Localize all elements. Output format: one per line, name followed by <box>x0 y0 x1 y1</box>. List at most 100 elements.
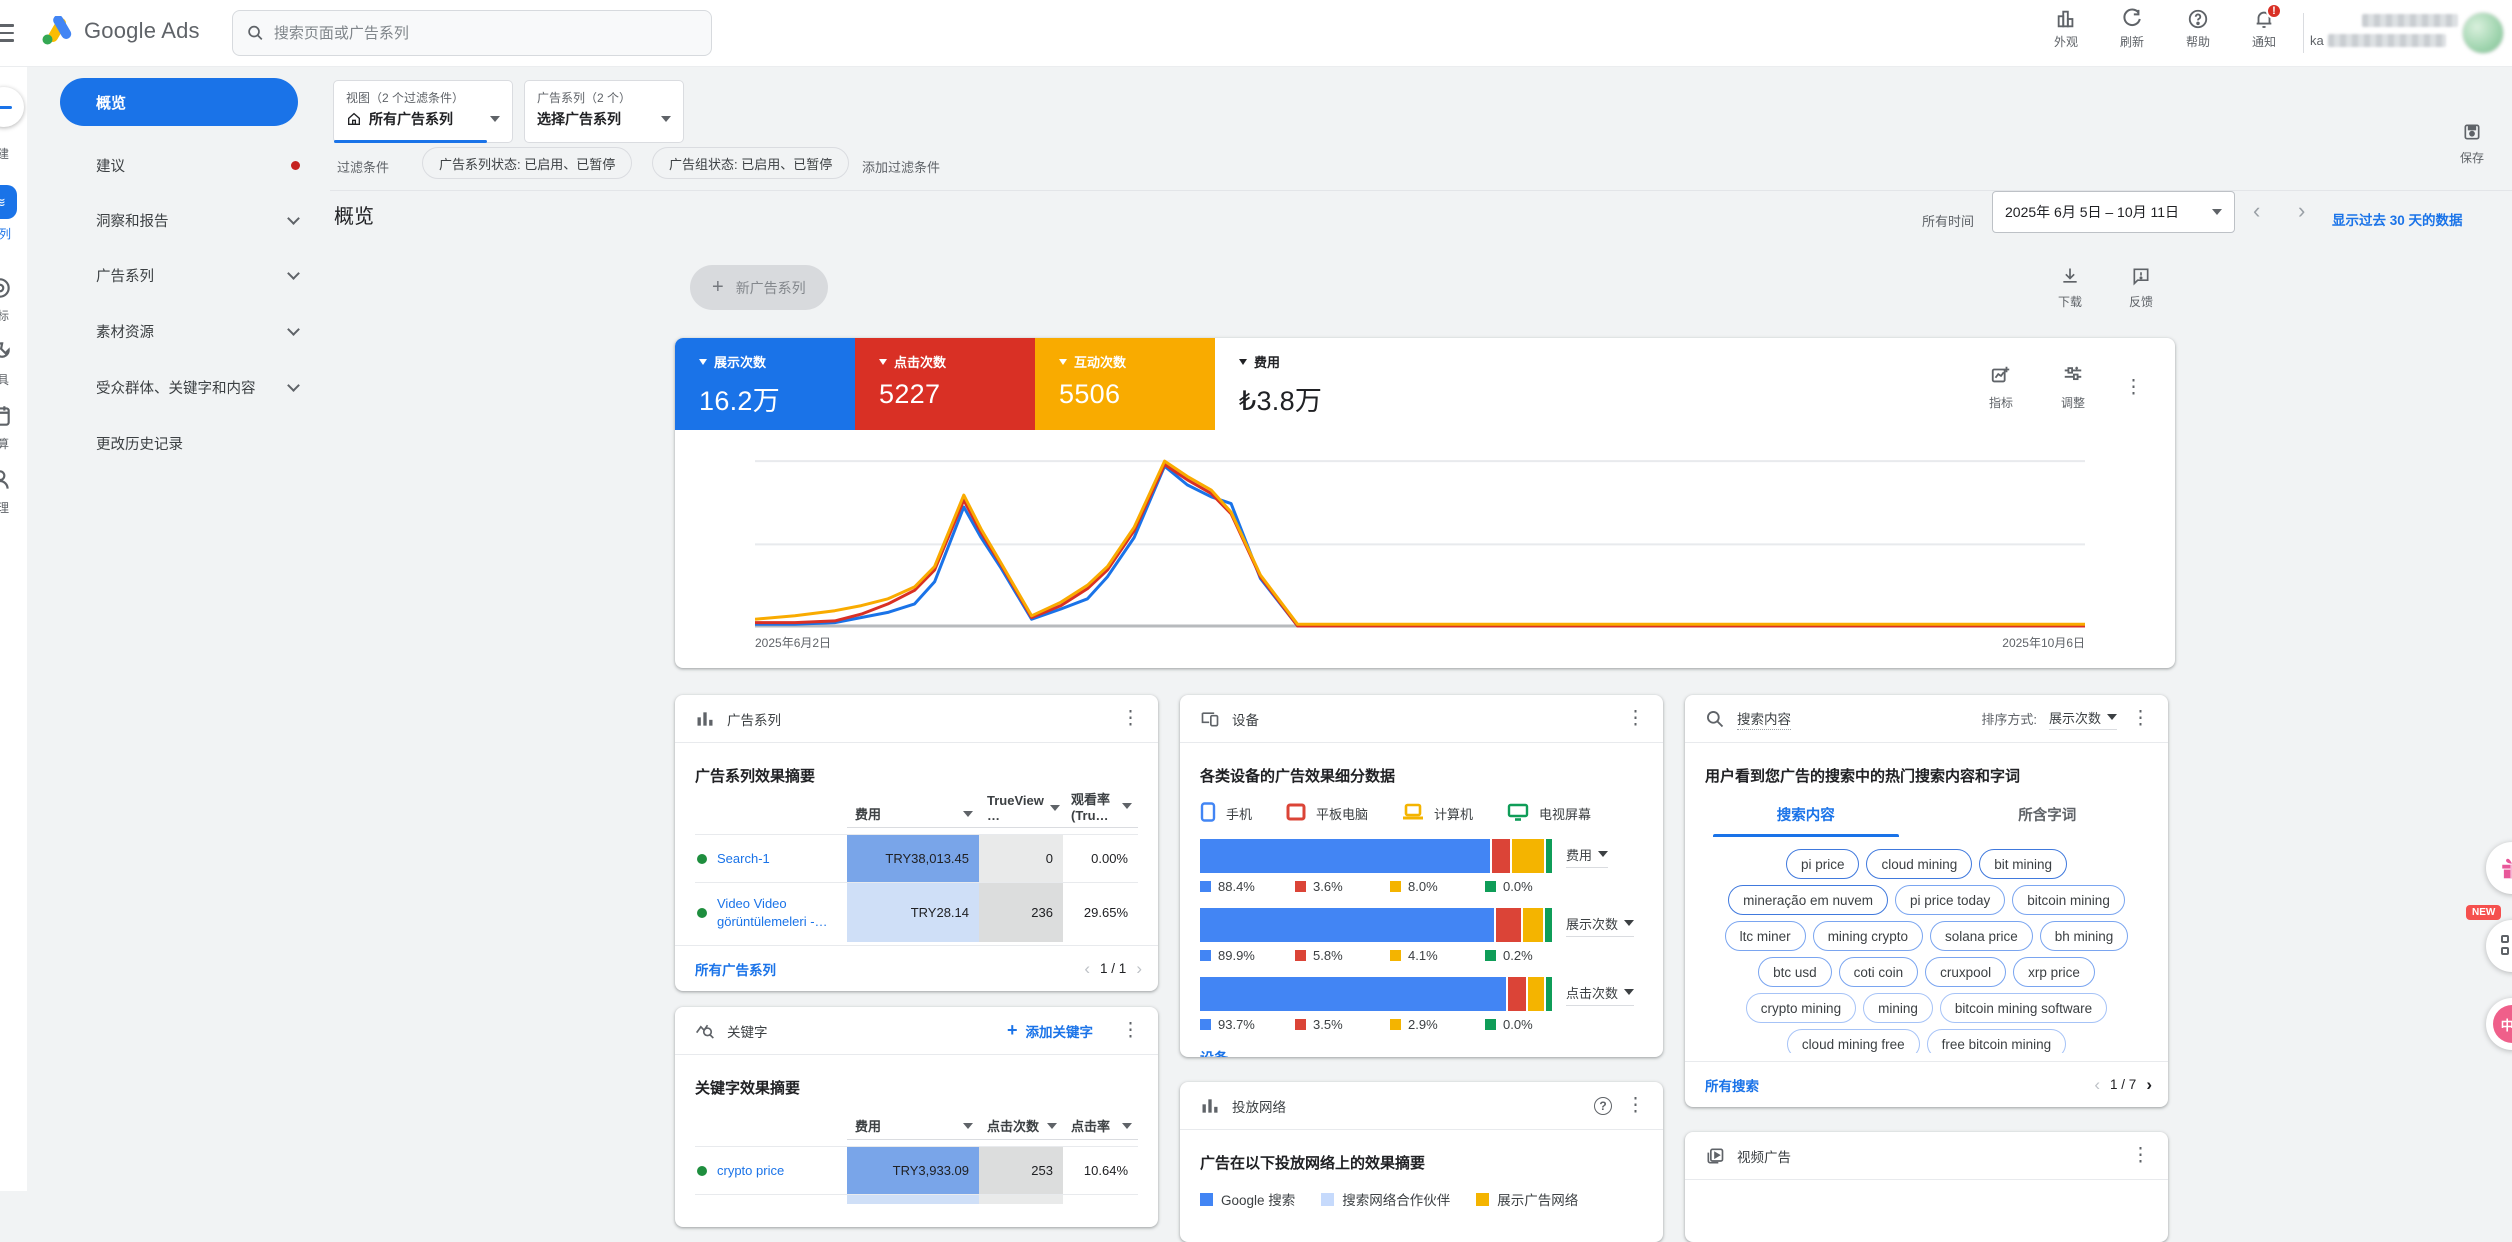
page-next-icon[interactable]: › <box>2146 1075 2152 1095</box>
search-term-chip[interactable]: cloud mining free <box>1787 1029 1920 1053</box>
chevron-down-icon <box>2212 209 2222 215</box>
tab-included-words[interactable]: 所含字词 <box>1927 804 2169 837</box>
scorecard-label: 费用 <box>1254 352 1280 371</box>
search-term-chip[interactable]: bitcoin mining <box>2012 885 2125 915</box>
laptop-icon <box>1402 803 1424 824</box>
filter-chip-adgroup-status[interactable]: 广告组状态: 已启用、已暂停 <box>652 147 849 179</box>
sidebar-item-6[interactable]: 更改历史记录 <box>96 433 318 454</box>
sidebar-item-1[interactable]: 建议 <box>96 155 318 176</box>
scorecard-label: 展示次数 <box>714 352 766 371</box>
page-prev-icon[interactable]: ‹ <box>1084 959 1090 979</box>
sidebar-item-2[interactable]: 洞察和报告 <box>96 210 318 231</box>
topbar-action-refresh[interactable]: 刷新 <box>2106 8 2158 50</box>
scorecard-0[interactable]: 展示次数16.2万 <box>675 338 855 430</box>
show-last-30-days-link[interactable]: 显示过去 30 天的数据 <box>2332 209 2463 229</box>
row-name-link[interactable]: Search-1 <box>717 850 770 868</box>
search-term-chip[interactable]: bh mining <box>2040 921 2129 951</box>
campaign-filter-dropdown[interactable]: 广告系列（2 个） 选择广告系列 <box>524 80 684 143</box>
devices-link[interactable]: 设备 <box>1180 1032 1663 1057</box>
sidebar-item-4[interactable]: 素材资源 <box>96 321 318 342</box>
row-name-link[interactable]: crypto price <box>717 1162 784 1180</box>
topbar-action-help[interactable]: 帮助 <box>2172 8 2224 50</box>
card-menu-kebab-icon[interactable]: ⋮ <box>1119 1021 1142 1040</box>
bar-metric-dropdown[interactable]: 点击次数 <box>1566 983 1634 1006</box>
sidebar-item-3[interactable]: 广告系列 <box>96 265 318 286</box>
search-term-chip[interactable]: btc usd <box>1758 957 1832 987</box>
sidebar-item-5[interactable]: 受众群体、关键字和内容 <box>96 377 318 398</box>
table-row[interactable]: Video Video görüntülemeleri -…TRY28.1423… <box>695 882 1138 942</box>
feedback-icon <box>2131 266 2151 286</box>
search-term-chip[interactable]: mineração em nuvem <box>1728 885 1888 915</box>
scorecard-2[interactable]: 互动次数5506 <box>1035 338 1215 430</box>
sidebar-item-overview[interactable]: 概览 <box>60 78 298 126</box>
legend-swatch <box>1485 1019 1496 1030</box>
topbar-action-bell[interactable]: 通知! <box>2238 8 2290 50</box>
search-input[interactable] <box>274 25 697 42</box>
search-term-chip[interactable]: pi price <box>1786 849 1860 879</box>
new-campaign-button[interactable]: + 新广告系列 <box>690 265 828 310</box>
filter-chip-campaign-status[interactable]: 广告系列状态: 已启用、已暂停 <box>422 147 632 179</box>
search-term-chip[interactable]: bitcoin mining software <box>1940 993 2107 1023</box>
date-prev-button[interactable]: ‹ <box>2253 198 2260 224</box>
search-term-chip[interactable]: bit mining <box>1979 849 2067 879</box>
column-header[interactable]: 点击次数 <box>979 1116 1063 1140</box>
page-prev-icon[interactable]: ‹ <box>2094 1075 2100 1095</box>
card-menu-kebab-icon[interactable]: ⋮ <box>2129 709 2152 728</box>
feedback-button[interactable]: 反馈 <box>2118 266 2164 310</box>
search-term-chip[interactable]: free bitcoin mining <box>1927 1029 2067 1053</box>
column-header[interactable]: 费用 <box>847 804 979 828</box>
save-button[interactable]: 保存 <box>2447 122 2497 166</box>
card-menu-kebab-icon[interactable]: ⋮ <box>2129 1146 2152 1165</box>
search-term-chip[interactable]: crypto mining <box>1746 993 1856 1023</box>
search-term-chip[interactable]: cruxpool <box>1925 957 2006 987</box>
search-term-chip[interactable]: pi price today <box>1895 885 2005 915</box>
card-menu-kebab-icon[interactable]: ⋮ <box>1624 709 1647 728</box>
avatar[interactable] <box>2462 12 2504 54</box>
bar-metric-dropdown[interactable]: 展示次数 <box>1566 914 1634 937</box>
date-next-button[interactable]: › <box>2298 198 2305 224</box>
column-header[interactable]: 费用 <box>847 1116 979 1140</box>
search-term-chip[interactable]: mining <box>1863 993 1933 1023</box>
column-header[interactable]: 点击率 <box>1063 1116 1138 1140</box>
timeseries-chart <box>755 450 2085 632</box>
account-info[interactable]: ka <box>2310 14 2458 48</box>
gift-floating-button[interactable] <box>2486 842 2512 894</box>
search-term-chip[interactable]: solana price <box>1930 921 2033 951</box>
search-term-chip[interactable]: coti coin <box>1839 957 1919 987</box>
table-row[interactable]: Search-1TRY38,013.4500.00% <box>695 834 1138 882</box>
apps-floating-button[interactable]: + <box>2486 920 2512 972</box>
search-term-chip[interactable]: xrp price <box>2013 957 2095 987</box>
search-term-chip[interactable]: ltc miner <box>1725 921 1806 951</box>
chart-menu-kebab-icon[interactable]: ⋮ <box>2122 378 2145 397</box>
view-filter-dropdown[interactable]: 视图（2 个过滤条件） 所有广告系列 <box>333 80 513 143</box>
add-keyword-button[interactable]: + 添加关键字 <box>1007 1020 1093 1041</box>
bar-metric-dropdown[interactable]: 费用 <box>1566 845 1608 868</box>
all-searches-link[interactable]: 所有搜索 <box>1705 1075 1759 1095</box>
tab-search-terms[interactable]: 搜索内容 <box>1685 804 1927 837</box>
adjust-button[interactable]: 调整 <box>2050 364 2096 411</box>
column-header[interactable]: TrueView … <box>979 793 1063 828</box>
card-subtitle: 广告系列效果摘要 <box>675 743 1158 786</box>
metrics-button[interactable]: 指标 <box>1978 364 2024 411</box>
menu-icon[interactable] <box>0 24 14 42</box>
help-icon[interactable]: ? <box>1594 1097 1612 1115</box>
sort-dropdown[interactable]: 展示次数 <box>2049 708 2117 730</box>
topbar-action-appearance[interactable]: 外观 <box>2040 8 2092 50</box>
search-term-chip[interactable]: cloud mining <box>1866 849 1972 879</box>
search-term-chip[interactable]: mining crypto <box>1813 921 1923 951</box>
download-button[interactable]: 下载 <box>2047 266 2093 310</box>
scorecard-3[interactable]: 费用₺3.8万 <box>1215 338 1395 430</box>
page-next-icon[interactable]: › <box>1136 959 1142 979</box>
column-header[interactable]: 观看率 (Tru… <box>1063 789 1138 828</box>
add-filter-button[interactable]: 添加过滤条件 <box>862 157 940 176</box>
table-row[interactable]: crypto priceTRY3,933.0925310.64% <box>695 1146 1138 1194</box>
all-campaigns-link[interactable]: 所有广告系列 <box>695 959 776 979</box>
card-menu-kebab-icon[interactable]: ⋮ <box>1119 709 1142 728</box>
global-search[interactable] <box>232 10 712 56</box>
scorecard-1[interactable]: 点击次数5227 <box>855 338 1035 430</box>
row-name-link[interactable]: Video Video görüntülemeleri -… <box>717 895 843 930</box>
translate-floating-button[interactable]: 中A <box>2486 998 2512 1050</box>
card-menu-kebab-icon[interactable]: ⋮ <box>1624 1096 1647 1115</box>
date-range-picker[interactable]: 2025年 6月 5日 – 10月 11日 <box>1992 191 2235 233</box>
sort-caret-icon <box>1122 803 1132 809</box>
